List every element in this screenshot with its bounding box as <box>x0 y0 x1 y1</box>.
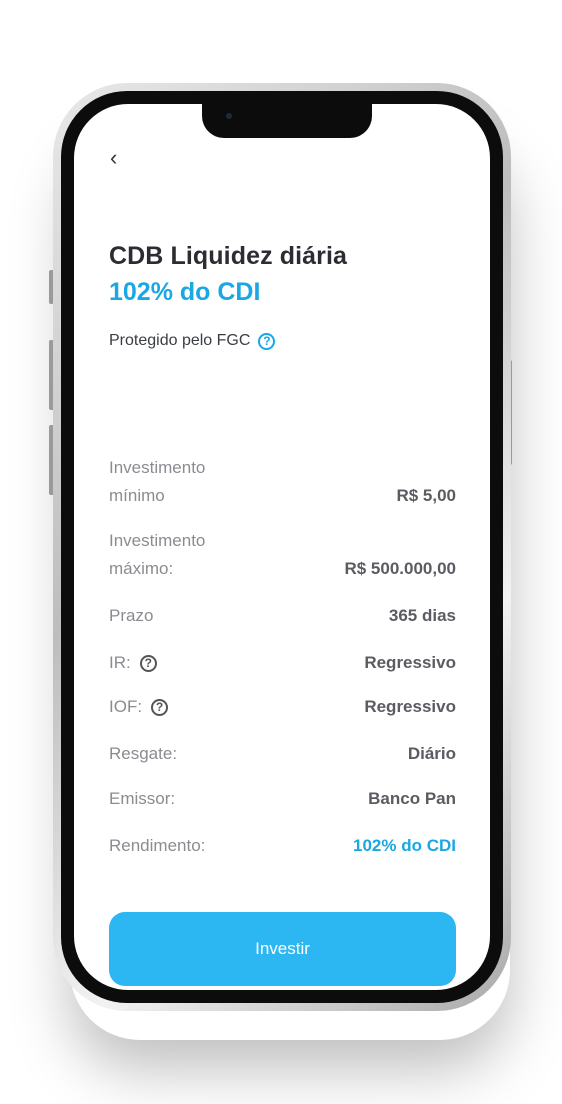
fgc-protection: Protegido pelo FGC ? <box>109 332 276 350</box>
detail-row-min: Investimento mínimo R$ 5,00 <box>109 454 456 510</box>
phone-frame: ‹ CDB Liquidez diária 102% do CDI Proteg… <box>53 83 511 1011</box>
detail-row-resgate: Resgate: Diário <box>109 740 456 768</box>
question-circle-icon[interactable]: ? <box>258 332 276 350</box>
question-circle-icon[interactable]: ? <box>139 654 157 672</box>
phone-bezel: ‹ CDB Liquidez diária 102% do CDI Proteg… <box>61 91 503 1003</box>
detail-label: IOF: <box>109 697 143 716</box>
question-circle-icon[interactable]: ? <box>151 698 169 716</box>
detail-row-ir: IR: ? Regressivo <box>109 649 456 677</box>
detail-label: IR: <box>109 653 131 672</box>
detail-label: Investimento <box>109 531 206 550</box>
back-button[interactable]: ‹ <box>110 144 138 172</box>
detail-value: 365 dias <box>388 606 456 625</box>
notch <box>202 104 372 138</box>
detail-row-iof: IOF: ? Regressivo <box>109 693 456 721</box>
protection-label: Protegido pelo FGC <box>109 332 251 349</box>
invest-button-label: Investir <box>255 939 310 958</box>
detail-label: Resgate: <box>109 744 178 763</box>
product-rate: 102% do CDI <box>109 278 261 306</box>
detail-value: Regressivo <box>364 697 456 716</box>
detail-value: Banco Pan <box>368 789 456 808</box>
chevron-left-icon: ‹ <box>110 145 118 170</box>
app-screen: ‹ CDB Liquidez diária 102% do CDI Proteg… <box>74 104 490 990</box>
detail-value: Regressivo <box>364 653 456 672</box>
product-title: CDB Liquidez diária <box>109 242 348 270</box>
detail-value: Diário <box>407 744 456 763</box>
detail-value: R$ 5,00 <box>396 486 456 505</box>
detail-label: Investimento <box>109 458 206 477</box>
detail-row-emissor: Emissor: Banco Pan <box>109 785 456 813</box>
detail-row-max: Investimento máximo: R$ 500.000,00 <box>109 527 456 583</box>
detail-row-rendimento: Rendimento: 102% do CDI <box>109 832 456 860</box>
invest-button[interactable]: Investir <box>109 912 456 986</box>
detail-value: R$ 500.000,00 <box>344 559 456 578</box>
detail-row-prazo: Prazo 365 dias <box>109 602 456 630</box>
detail-value: 102% do CDI <box>353 836 456 855</box>
camera <box>226 113 232 119</box>
